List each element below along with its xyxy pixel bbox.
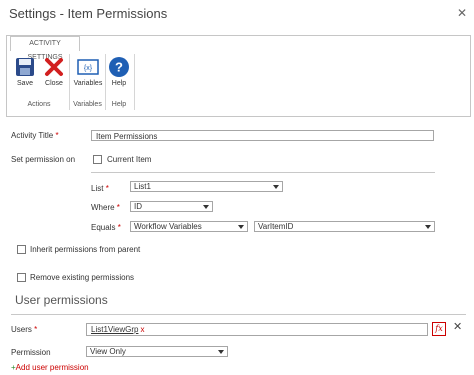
variables-button[interactable]: {x} Variables <box>72 56 104 87</box>
where-label: Where * <box>91 203 120 212</box>
chevron-down-icon <box>238 225 244 229</box>
chevron-down-icon <box>273 185 279 189</box>
help-label: Help <box>111 80 127 87</box>
activity-title-input[interactable]: Item Permissions <box>91 130 434 141</box>
remove-permissions-label: Remove existing permissions <box>30 273 135 282</box>
current-item-label: Current Item <box>107 155 152 164</box>
token-remove-icon[interactable]: x <box>140 325 144 334</box>
equals-label: Equals * <box>91 223 121 232</box>
list-label: List * <box>91 184 109 193</box>
list-select[interactable]: List1 <box>130 181 283 192</box>
equals-source-select[interactable]: Workflow Variables <box>130 221 248 232</box>
chevron-down-icon <box>218 350 224 354</box>
help-icon: ? <box>108 56 130 78</box>
group-variables-label: Variables <box>73 101 102 108</box>
svg-text:?: ? <box>115 60 123 75</box>
chevron-down-icon <box>425 225 431 229</box>
remove-row-icon[interactable]: ✕ <box>453 320 462 333</box>
dialog-title: Settings - Item Permissions <box>9 6 168 21</box>
where-select[interactable]: ID <box>130 201 213 212</box>
divider <box>91 172 435 173</box>
save-icon <box>14 56 36 78</box>
permission-select[interactable]: View Only <box>86 346 228 357</box>
current-item-checkbox[interactable] <box>93 155 102 164</box>
add-user-permission-link[interactable]: +Add user permission <box>11 363 89 372</box>
dialog-close-icon[interactable]: ✕ <box>457 6 467 20</box>
close-button[interactable]: Close <box>41 56 67 87</box>
user-permissions-heading: User permissions <box>15 293 108 307</box>
set-permission-label: Set permission on <box>11 155 76 164</box>
user-token[interactable]: List1ViewGrp <box>91 325 138 334</box>
close-icon <box>43 56 65 78</box>
close-label: Close <box>45 80 63 87</box>
group-help-label: Help <box>111 101 127 108</box>
chevron-down-icon <box>203 205 209 209</box>
save-label: Save <box>17 80 33 87</box>
variables-label: Variables <box>73 80 103 87</box>
inherit-permissions-label: Inherit permissions from parent <box>30 245 141 254</box>
inherit-permissions-checkbox[interactable] <box>17 245 26 254</box>
users-input[interactable]: List1ViewGrp x <box>86 323 428 336</box>
fx-icon[interactable]: fx <box>432 322 446 336</box>
help-button[interactable]: ? Help <box>106 56 132 87</box>
group-separator <box>134 54 135 110</box>
activity-title-label: Activity Title * <box>11 131 59 140</box>
remove-permissions-checkbox[interactable] <box>17 273 26 282</box>
tab-activity-settings[interactable]: ACTIVITY SETTINGS <box>10 36 80 61</box>
divider <box>11 314 466 315</box>
save-button[interactable]: Save <box>12 56 38 87</box>
svg-text:{x}: {x} <box>84 65 93 72</box>
users-label: Users * <box>11 325 38 334</box>
group-actions-label: Actions <box>27 101 51 108</box>
variables-icon: {x} <box>77 56 99 78</box>
permission-label: Permission <box>11 348 51 357</box>
equals-value-select[interactable]: VarItemID <box>254 221 435 232</box>
